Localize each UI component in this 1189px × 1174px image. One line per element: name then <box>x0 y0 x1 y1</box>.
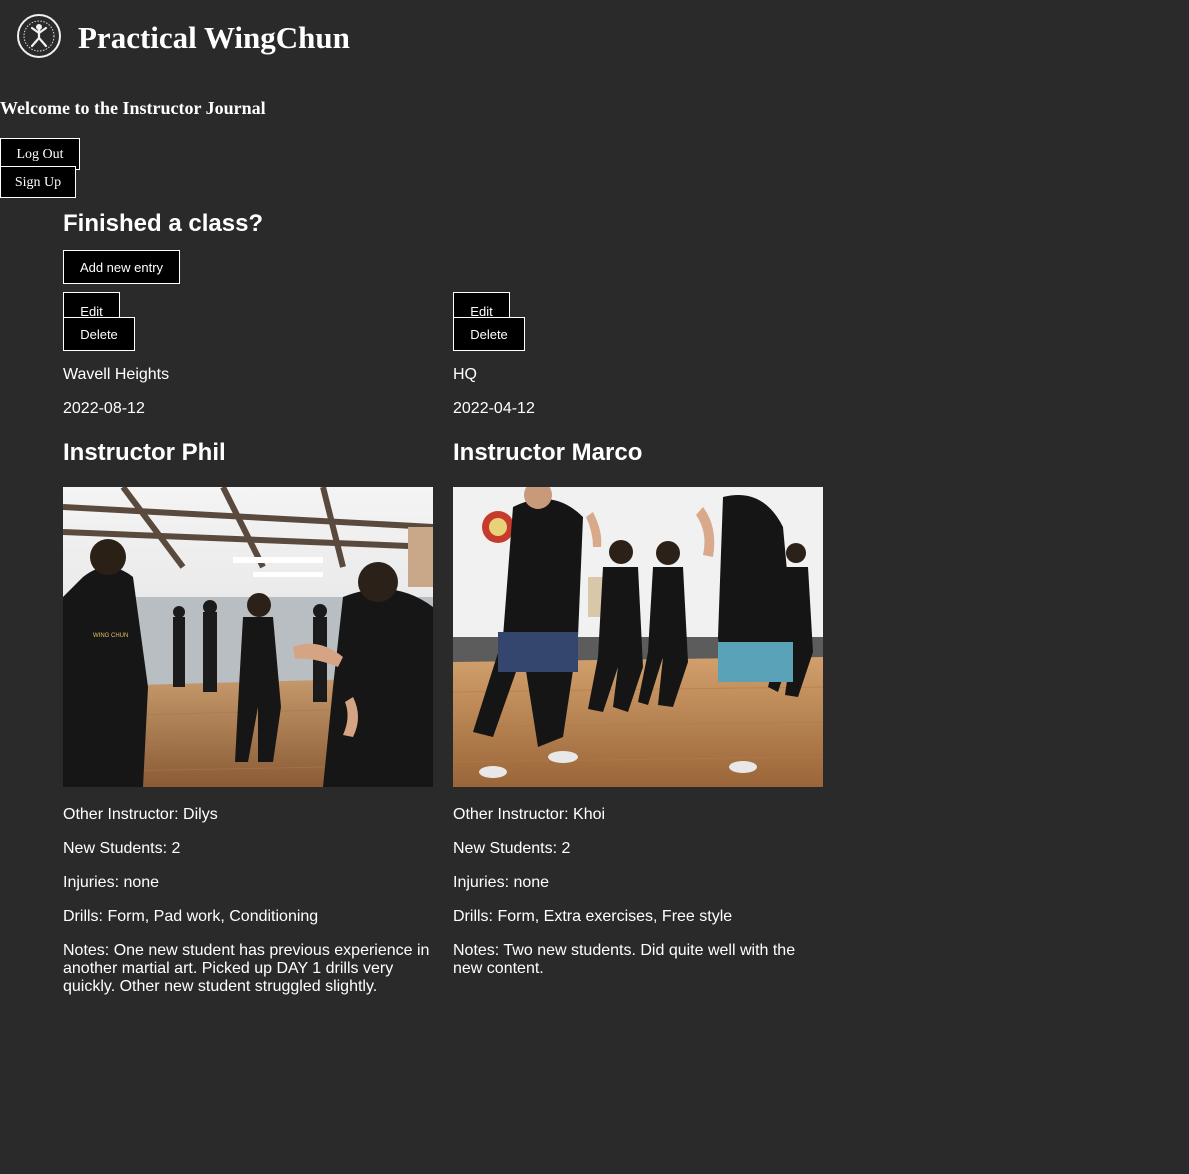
site-header: Practical WingChun <box>17 14 350 58</box>
class-photo <box>453 487 823 787</box>
entry-notes: Notes: One new student has previous expe… <box>63 942 430 995</box>
svg-text:WING CHUN: WING CHUN <box>93 633 128 639</box>
journal-heading: Finished a class? <box>63 210 264 237</box>
welcome-heading: Welcome to the Instructor Journal <box>0 98 266 118</box>
class-photo: WING CHUN <box>63 487 433 787</box>
journal-entry-card: Edit Delete Wavell Heights 2022-08-12 In… <box>63 292 433 1012</box>
entry-instructor: Instructor Phil <box>63 439 226 466</box>
entry-drills: Drills: Form, Extra exercises, Free styl… <box>453 908 733 925</box>
entry-other-instructor: Other Instructor: Khoi <box>453 806 606 823</box>
entry-date: 2022-04-12 <box>453 400 535 417</box>
entry-new-students: New Students: 2 <box>453 840 571 857</box>
entry-instructor: Instructor Marco <box>453 439 643 466</box>
delete-entry-button[interactable]: Delete <box>63 317 135 351</box>
wingchun-logo-icon[interactable] <box>17 14 61 58</box>
entry-new-students: New Students: 2 <box>63 840 181 857</box>
entry-other-instructor: Other Instructor: Dilys <box>63 806 218 823</box>
site-title[interactable]: Practical WingChun <box>78 22 350 53</box>
entry-location: HQ <box>453 366 477 383</box>
journal-entry-card: Edit Delete HQ 2022-04-12 Instructor Mar… <box>453 292 823 1012</box>
entry-location: Wavell Heights <box>63 366 170 383</box>
add-entry-button[interactable]: Add new entry <box>63 250 180 284</box>
entry-date: 2022-08-12 <box>63 400 145 417</box>
entry-drills: Drills: Form, Pad work, Conditioning <box>63 908 319 925</box>
delete-entry-button[interactable]: Delete <box>453 317 525 351</box>
entry-injuries: Injuries: none <box>453 874 550 891</box>
entry-injuries: Injuries: none <box>63 874 160 891</box>
signup-button[interactable]: Sign Up <box>0 166 76 198</box>
entry-notes: Notes: Two new students. Did quite well … <box>453 942 796 977</box>
